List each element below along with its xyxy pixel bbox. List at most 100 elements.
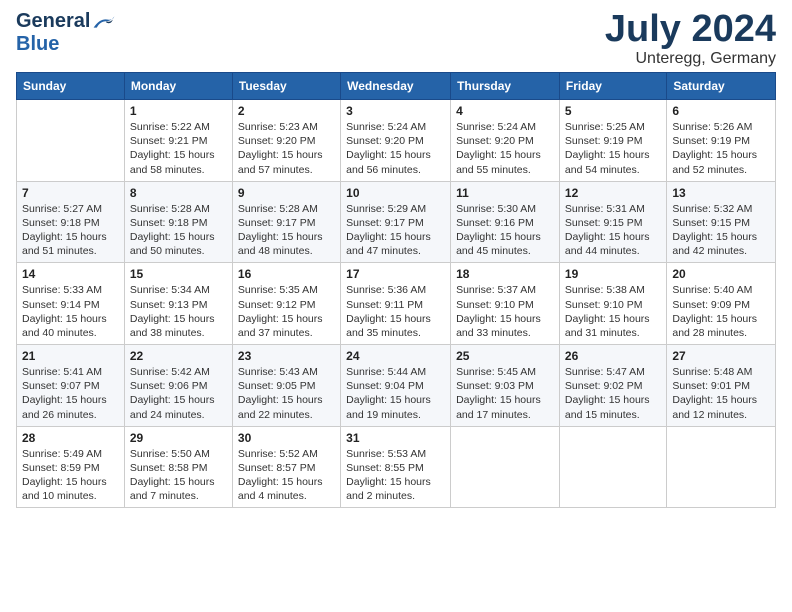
- day-cell: 31 Sunrise: 5:53 AMSunset: 8:55 PMDayligh…: [341, 426, 451, 508]
- day-cell: 10Sunrise: 5:29 AMSunset: 9:17 PMDayligh…: [341, 181, 451, 263]
- logo-blue: Blue: [16, 33, 59, 56]
- day-info: Sunrise: 5:25 AMSunset: 9:19 PMDaylight:…: [565, 120, 661, 177]
- day-number: 3: [346, 104, 445, 118]
- day-number: 25: [456, 349, 554, 363]
- day-cell: 13Sunrise: 5:32 AMSunset: 9:15 PMDayligh…: [667, 181, 776, 263]
- day-number: 19: [565, 267, 661, 281]
- day-info: Sunrise: 5:42 AMSunset: 9:06 PMDaylight:…: [130, 365, 227, 422]
- day-info: Sunrise: 5:28 AMSunset: 9:17 PMDaylight:…: [238, 202, 335, 259]
- day-cell: [17, 100, 125, 182]
- day-number: 9: [238, 186, 335, 200]
- week-row-5: 28Sunrise: 5:49 AMSunset: 8:59 PMDayligh…: [17, 426, 776, 508]
- day-number: 4: [456, 104, 554, 118]
- day-cell: 22 Sunrise: 5:42 AMSunset: 9:06 PMDayligh…: [124, 345, 232, 427]
- day-info: Sunrise: 5:24 AMSunset: 9:20 PMDaylight:…: [456, 120, 554, 177]
- day-info: Sunrise: 5:50 AMSunset: 8:58 PMDaylight:…: [130, 447, 227, 504]
- day-number: 11: [456, 186, 554, 200]
- day-info: Sunrise: 5:43 AMSunset: 9:05 PMDaylight:…: [238, 365, 335, 422]
- day-number: 20: [672, 267, 770, 281]
- day-cell: 28Sunrise: 5:49 AMSunset: 8:59 PMDayligh…: [17, 426, 125, 508]
- day-info: Sunrise: 5:45 AMSunset: 9:03 PMDaylight:…: [456, 365, 554, 422]
- day-info: Sunrise: 5:37 AMSunset: 9:10 PMDaylight:…: [456, 283, 554, 340]
- day-number: 7: [22, 186, 119, 200]
- week-row-4: 21 Sunrise: 5:41 AMSunset: 9:07 PMDayligh…: [17, 345, 776, 427]
- title-block: July 2024 Unteregg, Germany: [605, 10, 776, 68]
- day-number: 1: [130, 104, 227, 118]
- day-info: Sunrise: 5:41 AMSunset: 9:07 PMDaylight:…: [22, 365, 119, 422]
- day-cell: 16 Sunrise: 5:35 AMSunset: 9:12 PMDayligh…: [232, 263, 340, 345]
- location-title: Unteregg, Germany: [605, 50, 776, 68]
- day-cell: 2 Sunrise: 5:23 AMSunset: 9:20 PMDaylight…: [232, 100, 340, 182]
- month-title: July 2024: [605, 10, 776, 48]
- day-cell: 5Sunrise: 5:25 AMSunset: 9:19 PMDaylight…: [559, 100, 666, 182]
- day-info: Sunrise: 5:22 AMSunset: 9:21 PMDaylight:…: [130, 120, 227, 177]
- day-number: 21: [22, 349, 119, 363]
- day-info: Sunrise: 5:38 AMSunset: 9:10 PMDaylight:…: [565, 283, 661, 340]
- day-info: Sunrise: 5:26 AMSunset: 9:19 PMDaylight:…: [672, 120, 770, 177]
- logo-icon: [92, 13, 116, 31]
- day-cell: 8 Sunrise: 5:28 AMSunset: 9:18 PMDaylight…: [124, 181, 232, 263]
- day-number: 2: [238, 104, 335, 118]
- day-info: Sunrise: 5:23 AMSunset: 9:20 PMDaylight:…: [238, 120, 335, 177]
- day-info: Sunrise: 5:52 AMSunset: 8:57 PMDaylight:…: [238, 447, 335, 504]
- day-number: 14: [22, 267, 119, 281]
- day-cell: 4 Sunrise: 5:24 AMSunset: 9:20 PMDaylight…: [451, 100, 560, 182]
- day-number: 8: [130, 186, 227, 200]
- header: General Blue July 2024 Unteregg, Germany: [16, 10, 776, 68]
- day-cell: 18Sunrise: 5:37 AMSunset: 9:10 PMDayligh…: [451, 263, 560, 345]
- col-monday: Monday: [124, 73, 232, 100]
- day-info: Sunrise: 5:44 AMSunset: 9:04 PMDaylight:…: [346, 365, 445, 422]
- day-number: 29: [130, 431, 227, 445]
- day-cell: 29 Sunrise: 5:50 AMSunset: 8:58 PMDayligh…: [124, 426, 232, 508]
- day-cell: 7Sunrise: 5:27 AMSunset: 9:18 PMDaylight…: [17, 181, 125, 263]
- day-number: 23: [238, 349, 335, 363]
- day-number: 24: [346, 349, 445, 363]
- day-cell: 25 Sunrise: 5:45 AMSunset: 9:03 PMDayligh…: [451, 345, 560, 427]
- day-cell: 30 Sunrise: 5:52 AMSunset: 8:57 PMDayligh…: [232, 426, 340, 508]
- day-cell: [451, 426, 560, 508]
- day-cell: 9 Sunrise: 5:28 AMSunset: 9:17 PMDaylight…: [232, 181, 340, 263]
- main-container: General Blue July 2024 Unteregg, Germany…: [0, 0, 792, 518]
- day-cell: 19 Sunrise: 5:38 AMSunset: 9:10 PMDayligh…: [559, 263, 666, 345]
- week-row-2: 7Sunrise: 5:27 AMSunset: 9:18 PMDaylight…: [17, 181, 776, 263]
- calendar-header-row: Sunday Monday Tuesday Wednesday Thursday…: [17, 73, 776, 100]
- day-info: Sunrise: 5:47 AMSunset: 9:02 PMDaylight:…: [565, 365, 661, 422]
- day-number: 13: [672, 186, 770, 200]
- day-cell: [667, 426, 776, 508]
- day-info: Sunrise: 5:53 AMSunset: 8:55 PMDaylight:…: [346, 447, 445, 504]
- week-row-3: 14Sunrise: 5:33 AMSunset: 9:14 PMDayligh…: [17, 263, 776, 345]
- day-cell: 27Sunrise: 5:48 AMSunset: 9:01 PMDayligh…: [667, 345, 776, 427]
- day-number: 12: [565, 186, 661, 200]
- day-info: Sunrise: 5:28 AMSunset: 9:18 PMDaylight:…: [130, 202, 227, 259]
- day-info: Sunrise: 5:36 AMSunset: 9:11 PMDaylight:…: [346, 283, 445, 340]
- day-cell: 11 Sunrise: 5:30 AMSunset: 9:16 PMDayligh…: [451, 181, 560, 263]
- col-tuesday: Tuesday: [232, 73, 340, 100]
- day-number: 22: [130, 349, 227, 363]
- day-cell: 14Sunrise: 5:33 AMSunset: 9:14 PMDayligh…: [17, 263, 125, 345]
- day-info: Sunrise: 5:49 AMSunset: 8:59 PMDaylight:…: [22, 447, 119, 504]
- day-info: Sunrise: 5:35 AMSunset: 9:12 PMDaylight:…: [238, 283, 335, 340]
- day-info: Sunrise: 5:34 AMSunset: 9:13 PMDaylight:…: [130, 283, 227, 340]
- day-number: 31: [346, 431, 445, 445]
- week-row-1: 1 Sunrise: 5:22 AMSunset: 9:21 PMDaylight…: [17, 100, 776, 182]
- day-number: 17: [346, 267, 445, 281]
- day-info: Sunrise: 5:29 AMSunset: 9:17 PMDaylight:…: [346, 202, 445, 259]
- day-info: Sunrise: 5:40 AMSunset: 9:09 PMDaylight:…: [672, 283, 770, 340]
- day-cell: [559, 426, 666, 508]
- day-cell: 1 Sunrise: 5:22 AMSunset: 9:21 PMDaylight…: [124, 100, 232, 182]
- day-number: 15: [130, 267, 227, 281]
- day-number: 27: [672, 349, 770, 363]
- day-cell: 20 Sunrise: 5:40 AMSunset: 9:09 PMDayligh…: [667, 263, 776, 345]
- col-thursday: Thursday: [451, 73, 560, 100]
- day-number: 30: [238, 431, 335, 445]
- day-number: 16: [238, 267, 335, 281]
- day-info: Sunrise: 5:24 AMSunset: 9:20 PMDaylight:…: [346, 120, 445, 177]
- day-cell: 3 Sunrise: 5:24 AMSunset: 9:20 PMDaylight…: [341, 100, 451, 182]
- day-cell: 12Sunrise: 5:31 AMSunset: 9:15 PMDayligh…: [559, 181, 666, 263]
- logo-general: General: [16, 10, 90, 33]
- day-number: 26: [565, 349, 661, 363]
- day-cell: 23 Sunrise: 5:43 AMSunset: 9:05 PMDayligh…: [232, 345, 340, 427]
- day-cell: 21 Sunrise: 5:41 AMSunset: 9:07 PMDayligh…: [17, 345, 125, 427]
- day-cell: 26 Sunrise: 5:47 AMSunset: 9:02 PMDayligh…: [559, 345, 666, 427]
- day-info: Sunrise: 5:30 AMSunset: 9:16 PMDaylight:…: [456, 202, 554, 259]
